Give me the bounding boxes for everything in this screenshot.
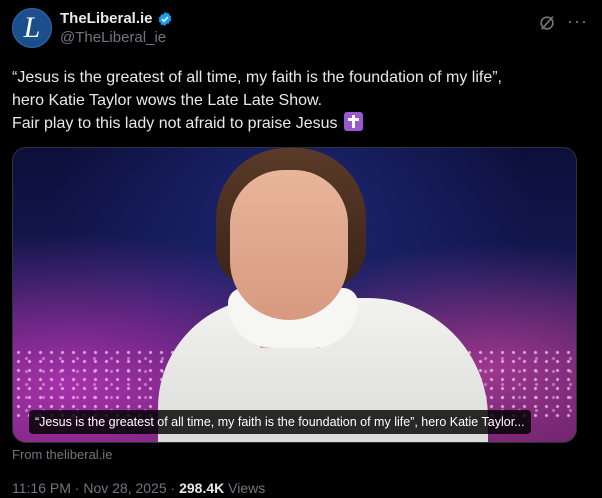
meta-separator: · [170, 480, 176, 496]
tweet-text-line: Fair play to this lady not afraid to pra… [12, 112, 590, 135]
avatar[interactable]: L [12, 8, 52, 48]
tweet-meta: 11:16 PM · Nov 28, 2025 · 298.4K Views [12, 480, 265, 496]
tweet-header: L TheLiberal.ie @TheLiberal_ie ··· [12, 8, 590, 52]
tweet-time[interactable]: 11:16 PM [12, 480, 71, 496]
video-subject [158, 148, 488, 442]
tweet-media-video[interactable]: “Jesus is the greatest of all time, my f… [12, 147, 577, 443]
views-count: 298.4K [179, 480, 225, 496]
latin-cross-emoji-icon [343, 112, 363, 131]
tweet-date[interactable]: Nov 28, 2025 [83, 480, 166, 496]
tweet-text-line: hero Katie Taylor wows the Late Late Sho… [12, 92, 323, 109]
author-handle[interactable]: @TheLiberal_ie [60, 29, 173, 46]
author-display-name[interactable]: TheLiberal.ie [60, 10, 153, 27]
media-caption: “Jesus is the greatest of all time, my f… [29, 410, 531, 434]
views-label: Views [228, 480, 266, 496]
source-link[interactable]: From theliberal.ie [12, 447, 112, 462]
tweet-text: “Jesus is the greatest of all time, my f… [12, 66, 590, 135]
tweet-text-line: “Jesus is the greatest of all time, my f… [12, 69, 502, 86]
author-display-name-row[interactable]: TheLiberal.ie [60, 10, 173, 27]
subject-face [230, 170, 348, 320]
meta-separator: · [74, 480, 80, 496]
tweet-text-line-text: Fair play to this lady not afraid to pra… [12, 115, 338, 132]
verified-badge-icon [158, 11, 171, 26]
author-names: TheLiberal.ie @TheLiberal_ie [60, 10, 173, 46]
grok-icon[interactable] [538, 14, 556, 32]
more-options-icon[interactable]: ··· [567, 12, 588, 30]
